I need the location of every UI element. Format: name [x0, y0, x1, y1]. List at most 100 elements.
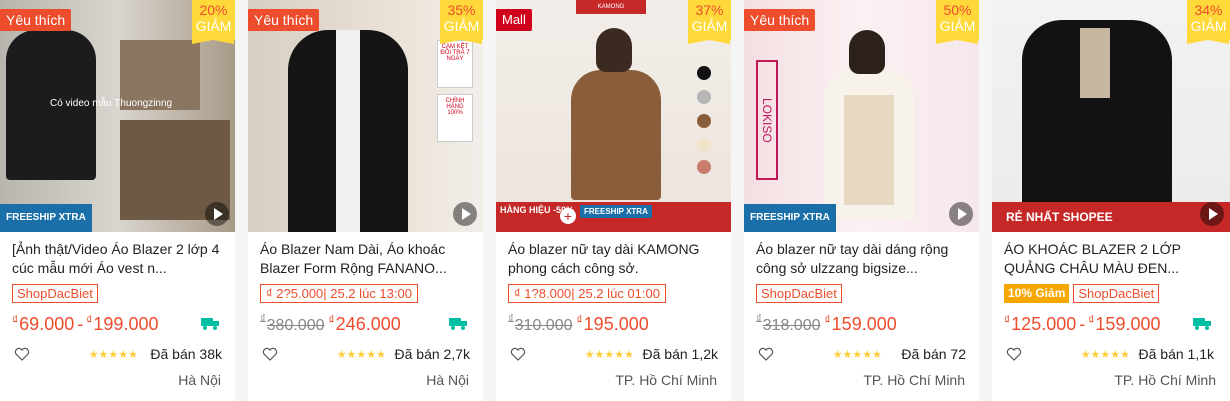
price-block: ₫310.000 ₫195.000 — [508, 313, 720, 335]
color-swatch — [697, 90, 711, 104]
price: 159.000 — [831, 314, 897, 334]
currency-symbol: ₫ — [824, 313, 831, 327]
discount-percent: 35% — [447, 2, 476, 18]
product-image[interactable]: CAM KẾT ĐỔI TRẢ 7 NGÀY CHÍNH HÃNG 100% Y… — [248, 0, 483, 232]
rating-stars: ★★★★★ — [336, 349, 386, 361]
price-range: ₫69.000- ₫199.000 — [12, 313, 224, 335]
freeship-banner: FREESHIP XTRA — [0, 204, 92, 232]
freeship-banner: FREESHIP XTRA — [744, 204, 836, 232]
image-side-badges: CAM KẾT ĐỔI TRẢ 7 NGÀY CHÍNH HÃNG 100% — [437, 40, 477, 148]
product-card[interactable]: CAM KẾT ĐỔI TRẢ 7 NGÀY CHÍNH HÃNG 100% Y… — [248, 0, 483, 401]
sold-count: Đã bán 38k — [150, 346, 222, 362]
color-swatch — [697, 160, 711, 174]
product-title[interactable]: Áo blazer nữ tay dài KAMONG phong cách c… — [508, 240, 720, 278]
shop-promo-label: ShopDacBiet — [12, 284, 98, 303]
color-swatch — [697, 66, 711, 80]
rating-stars: ★★★★★ — [584, 349, 634, 361]
product-card[interactable]: KAMONG Mall 37% GIẢM HÀNG HIỆU -50% + FR… — [496, 0, 731, 401]
price-block: ₫380.000 ₫246.000 — [260, 313, 472, 335]
sold-count: Đã bán 1,1k — [1138, 346, 1215, 362]
rating-stars: ★★★★★ — [88, 349, 138, 361]
heart-icon[interactable] — [510, 347, 526, 361]
image-brand: KAMONG — [576, 0, 646, 14]
cheapest-banner: RẺ NHẤT SHOPEE — [992, 202, 1230, 232]
discount-percent: 50% — [943, 2, 972, 18]
currency-symbol: ₫ — [1088, 313, 1095, 327]
discount-label: GIẢM — [939, 18, 976, 34]
return-policy-badge: CAM KẾT ĐỔI TRẢ 7 NGÀY — [437, 40, 473, 88]
old-price: ₫318.000 — [756, 313, 821, 334]
price-dash: - — [1079, 314, 1086, 334]
price-dash: - — [77, 314, 84, 334]
rating-stars: ★★★★★ — [1080, 349, 1130, 361]
free-shipping-truck-icon — [201, 318, 219, 330]
heart-icon[interactable] — [262, 347, 278, 361]
heart-icon[interactable] — [1006, 347, 1022, 361]
color-swatch — [697, 138, 711, 152]
free-shipping-truck-icon — [1193, 318, 1211, 330]
favorite-badge: Yêu thích — [744, 9, 816, 31]
price-max: 159.000 — [1095, 314, 1161, 334]
product-image[interactable]: KAMONG Mall 37% GIẢM HÀNG HIỆU -50% + FR… — [496, 0, 731, 232]
old-price-value: 380.000 — [266, 317, 325, 334]
heart-icon[interactable] — [758, 347, 774, 361]
shop-location: Hà Nội — [426, 372, 469, 388]
mall-badge: Mall — [496, 9, 532, 31]
currency-symbol: ₫ — [756, 313, 762, 325]
rating-stars: ★★★★★ — [832, 349, 882, 361]
price-min: 125.000 — [1011, 314, 1077, 334]
price-range: ₫125.000- ₫159.000 — [1004, 313, 1216, 335]
product-title[interactable]: Áo blazer nữ tay dài dáng rộng công sở u… — [756, 240, 968, 278]
discount-percent: 37% — [695, 2, 724, 18]
play-video-icon[interactable] — [949, 202, 973, 226]
currency-symbol: ₫ — [576, 313, 583, 327]
discount-badge: 20% GIẢM — [192, 0, 235, 44]
play-video-icon[interactable] — [1200, 202, 1224, 226]
shop-promo-label: ShopDacBiet — [1073, 284, 1160, 303]
product-image[interactable]: LOKISO Yêu thích 50% GIẢM FREESHIP XTRA — [744, 0, 979, 232]
freeship-label: FREESHIP XTRA — [580, 205, 652, 218]
currency-symbol: ₫ — [86, 313, 93, 327]
sold-count: Đã bán 72 — [901, 346, 966, 362]
favorite-badge: Yêu thích — [248, 9, 320, 31]
price-block: ₫318.000 ₫159.000 — [756, 313, 968, 335]
product-image[interactable]: Có video mẫu Thuongzinng Yêu thích 20% G… — [0, 0, 235, 232]
product-title[interactable]: [Ảnh thật/Video Áo Blazer 2 lớp 4 cúc mẫ… — [12, 240, 224, 278]
product-title[interactable]: Áo Blazer Nam Dài, Áo khoác Blazer Form … — [260, 240, 472, 278]
discount-badge: 35% GIẢM — [440, 0, 483, 44]
plus-icon: + — [560, 208, 576, 224]
color-swatch — [697, 114, 711, 128]
shop-promo-label: ShopDacBiet — [756, 284, 842, 303]
currency-symbol: ₫ — [12, 313, 19, 327]
currency-symbol: ₫ — [1004, 313, 1011, 327]
price-min: 69.000 — [19, 314, 75, 334]
discount-percent: 20% — [199, 2, 228, 18]
shop-location: Hà Nội — [178, 372, 221, 388]
discount-label: GIẢM — [443, 18, 480, 34]
product-title[interactable]: ÁO KHOÁC BLAZER 2 LỚP QUẢNG CHÂU MÀU ĐEN… — [1004, 240, 1216, 278]
play-video-icon[interactable] — [453, 202, 477, 226]
flash-sale-label: ₫ 2?5.000| 25.2 lúc 13:00 — [260, 284, 418, 303]
discount-badge: 50% GIẢM — [936, 0, 979, 44]
product-card[interactable]: LOKISO Yêu thích 50% GIẢM FREESHIP XTRA … — [744, 0, 979, 401]
shop-location: TP. Hồ Chí Minh — [615, 372, 717, 388]
price: 246.000 — [335, 314, 401, 334]
price: 195.000 — [583, 314, 649, 334]
brand-freeship-banner: HÀNG HIỆU -50% + FREESHIP XTRA — [496, 202, 731, 232]
discount-badge: 37% GIẢM — [688, 0, 731, 44]
old-price: ₫380.000 — [260, 313, 325, 334]
currency-symbol: ₫ — [328, 313, 335, 327]
play-video-icon[interactable] — [205, 202, 229, 226]
product-card[interactable]: Có video mẫu Thuongzinng Yêu thích 20% G… — [0, 0, 235, 401]
product-image[interactable]: 34% GIẢM RẺ NHẤT SHOPEE — [992, 0, 1230, 232]
voucher-badge: 10% Giảm — [1004, 284, 1070, 303]
image-caption: Có video mẫu Thuongzinng — [50, 98, 173, 109]
sold-count: Đã bán 2,7k — [394, 346, 471, 362]
currency-symbol: ₫ — [260, 313, 266, 325]
heart-icon[interactable] — [14, 347, 30, 361]
product-grid: Có video mẫu Thuongzinng Yêu thích 20% G… — [0, 0, 1230, 401]
free-shipping-truck-icon — [449, 318, 467, 330]
currency-symbol: ₫ — [508, 313, 514, 325]
product-card[interactable]: 34% GIẢM RẺ NHẤT SHOPEE ÁO KHOÁC BLAZER … — [992, 0, 1230, 401]
price-max: 199.000 — [93, 314, 159, 334]
